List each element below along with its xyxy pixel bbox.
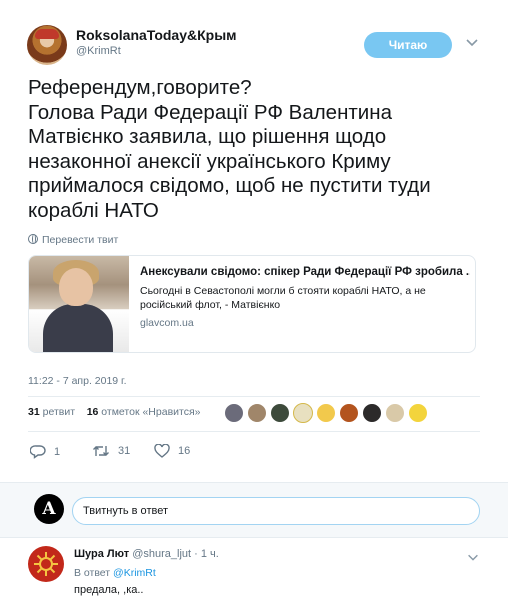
liker-avatar[interactable] (362, 403, 382, 423)
current-user-avatar: A (34, 494, 64, 524)
in-reply-prefix: В ответ (74, 567, 111, 579)
retweet-icon (93, 446, 109, 456)
liker-avatar[interactable] (270, 403, 290, 423)
like-count: 16 (178, 445, 191, 457)
follow-button[interactable]: Читаю (364, 32, 452, 58)
like-icon (154, 444, 170, 458)
retweet-action[interactable]: 31 (92, 444, 130, 458)
retweets-count[interactable]: 31 (28, 406, 40, 418)
reply-count: 1 (54, 445, 61, 458)
engagement-stats: 31 ретвит 16 отметок «Нравится» (28, 406, 200, 418)
reply-action[interactable]: 1 (30, 444, 60, 459)
reply-author[interactable]: Шура Лют @shura_ljut · 1 ч. (74, 548, 219, 560)
reply-text: предала, ,ка.. (74, 584, 144, 596)
card-description: Сьогодні в Севастополі могли б стояти ко… (140, 285, 426, 311)
reply-input[interactable]: Твитнуть в ответ (72, 497, 480, 525)
tweet-timestamp[interactable]: 11:22 - 7 апр. 2019 г. (28, 375, 127, 387)
retweet-count: 31 (118, 445, 131, 457)
sun-emblem-icon (34, 552, 58, 576)
liker-avatar[interactable] (316, 403, 336, 423)
reply-author-handle[interactable]: @shura_ljut (132, 548, 191, 560)
reply-author-avatar[interactable] (28, 546, 64, 582)
card-domain: glavcom.ua (140, 317, 194, 329)
likes-count[interactable]: 16 (87, 406, 99, 418)
divider (28, 396, 480, 397)
reply-icon (30, 445, 46, 459)
in-reply-handle[interactable]: @KrimRt (113, 567, 156, 579)
profile-avatar[interactable] (27, 25, 67, 65)
translate-label: Перевести твит (42, 234, 119, 246)
globe-icon (28, 234, 38, 244)
handle[interactable]: @KrimRt (76, 45, 121, 57)
liker-avatar[interactable] (385, 403, 405, 423)
in-reply-to: В ответ @KrimRt (74, 567, 156, 579)
liker-avatar[interactable] (408, 403, 428, 423)
card-image (29, 256, 129, 352)
like-action[interactable]: 16 (154, 444, 190, 458)
display-name[interactable]: RoksolanaToday&Крым (76, 27, 237, 43)
retweets-label[interactable]: ретвит (43, 406, 75, 418)
liker-avatar[interactable] (339, 403, 359, 423)
reply-author-name[interactable]: Шура Лют (74, 548, 129, 560)
liker-avatar[interactable] (247, 403, 267, 423)
divider (28, 431, 480, 432)
liker-avatar[interactable] (224, 403, 244, 423)
tweet-text: Референдум,говорите? Голова Ради Федерац… (28, 76, 431, 222)
reply-time[interactable]: · 1 ч. (194, 548, 219, 560)
card-title: Анексували свідомо: спікер Ради Федераці… (140, 266, 470, 278)
link-card[interactable]: Анексували свідомо: спікер Ради Федераці… (28, 255, 476, 353)
translate-link[interactable]: Перевести твит (28, 234, 118, 246)
chevron-down-icon[interactable] (464, 34, 480, 50)
liker-avatar[interactable] (293, 403, 313, 423)
likes-label[interactable]: отметок «Нравится» (101, 406, 200, 418)
chevron-down-icon[interactable] (466, 550, 480, 564)
